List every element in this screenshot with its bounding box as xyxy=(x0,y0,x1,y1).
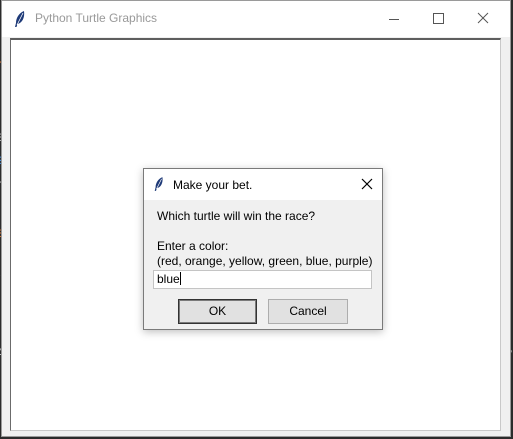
color-input-value: blue xyxy=(157,272,180,286)
close-icon xyxy=(361,178,373,190)
maximize-button[interactable] xyxy=(415,1,461,37)
dialog-prompt-line2: (red, orange, yellow, green, blue, purpl… xyxy=(157,254,373,268)
bet-dialog: Make your bet. Which turtle will win the… xyxy=(143,168,383,330)
dialog-question: Which turtle will win the race? xyxy=(157,209,316,223)
feather-icon xyxy=(154,177,163,191)
text-caret xyxy=(179,272,181,285)
close-icon xyxy=(477,12,489,24)
cancel-button[interactable]: Cancel xyxy=(268,299,348,324)
minimize-icon xyxy=(389,19,399,20)
dialog-close-button[interactable] xyxy=(352,169,382,200)
maximize-icon xyxy=(433,13,444,24)
window-titlebar[interactable]: Python Turtle Graphics xyxy=(2,1,510,37)
dialog-title: Make your bet. xyxy=(173,178,253,192)
feather-icon xyxy=(15,11,25,27)
color-input[interactable]: blue xyxy=(153,270,372,289)
dialog-titlebar[interactable]: Make your bet. xyxy=(144,169,382,200)
dialog-prompt-line1: Enter a color: xyxy=(157,239,229,253)
minimize-button[interactable] xyxy=(371,1,417,37)
ok-button[interactable]: OK xyxy=(178,299,257,324)
close-button[interactable] xyxy=(460,1,506,37)
window-title: Python Turtle Graphics xyxy=(35,11,158,25)
